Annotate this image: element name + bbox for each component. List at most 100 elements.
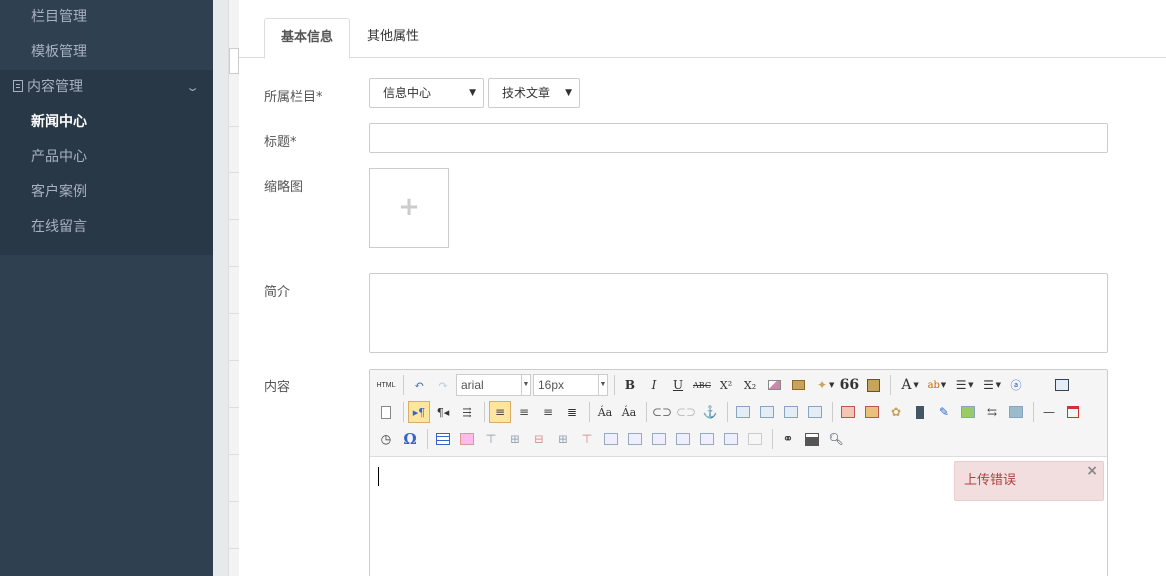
anchor-icon[interactable]: ⚓ — [699, 401, 721, 423]
anchor-link-icon[interactable]: ⓐ — [1005, 374, 1027, 396]
font-family-value: arial — [461, 378, 484, 392]
toolbar-separator — [646, 402, 647, 422]
preview-icon[interactable]: 🔍︎ — [825, 428, 847, 450]
italic-button[interactable]: I — [643, 374, 665, 396]
caret-down-icon: ▼ — [829, 381, 835, 389]
category-select-primary-value: 信息中心 — [383, 86, 432, 100]
print-icon[interactable] — [801, 428, 823, 450]
search-replace-icon[interactable]: ⚭ — [777, 428, 799, 450]
sidebar-item-template-management[interactable]: 模板管理 — [0, 35, 213, 70]
split-cols-icon[interactable] — [720, 428, 742, 450]
align-center-icon[interactable]: ≡ — [513, 401, 535, 423]
caret-down-icon: ▼ — [565, 88, 572, 98]
close-icon[interactable]: × — [1086, 452, 1098, 490]
bold-button[interactable]: B — [619, 374, 641, 396]
align-right-icon[interactable]: ≡ — [537, 401, 559, 423]
toolbar-separator — [1033, 402, 1034, 422]
tab-other-attributes[interactable]: 其他属性 — [351, 18, 435, 59]
sidebar-item-news-center[interactable]: 新闻中心 — [0, 105, 213, 140]
insert-col-icon[interactable]: ⊞ — [552, 428, 574, 450]
paste-plain-icon[interactable] — [862, 374, 884, 396]
image-none-icon[interactable] — [732, 401, 754, 423]
image-right-icon[interactable] — [780, 401, 802, 423]
thumbnail-upload[interactable]: + — [369, 168, 449, 248]
split-rows-icon[interactable] — [696, 428, 718, 450]
font-size-select[interactable]: 16px ▼ — [533, 374, 608, 396]
tab-bar: 基本信息 其他属性 — [239, 0, 1166, 59]
gutter-line — [229, 172, 239, 173]
summary-textarea[interactable] — [369, 273, 1108, 353]
delete-table-icon[interactable] — [456, 428, 478, 450]
attachment-icon[interactable]: ✎ — [933, 401, 955, 423]
time-icon[interactable]: ◷ — [375, 428, 397, 450]
date-icon[interactable] — [1062, 401, 1084, 423]
document-icon — [13, 80, 23, 92]
insert-row-icon[interactable]: ⊞ — [504, 428, 526, 450]
font-family-select[interactable]: arial ▼ — [456, 374, 531, 396]
special-chars-button[interactable]: Ω — [399, 428, 421, 450]
uppercase-icon[interactable]: Áa — [594, 401, 616, 423]
insert-video-icon[interactable] — [909, 401, 931, 423]
category-select-secondary[interactable]: 技术文章 ▼ — [488, 78, 580, 108]
link-icon[interactable]: ⊂⊃ — [651, 401, 673, 423]
blockquote-button[interactable]: 66 — [838, 374, 860, 396]
gutter-line — [229, 407, 239, 408]
simple-upload-icon[interactable] — [837, 401, 859, 423]
insert-frame-icon[interactable]: ⇆ — [981, 401, 1003, 423]
emotion-icon[interactable]: ✿ — [885, 401, 907, 423]
superscript-button[interactable]: X² — [715, 374, 737, 396]
redo-icon[interactable]: ↷ — [432, 374, 454, 396]
ltr-direction-icon[interactable]: ▸¶ — [408, 401, 430, 423]
gutter-line — [229, 360, 239, 361]
fullscreen-icon[interactable] — [1051, 374, 1073, 396]
horizontal-rule-icon[interactable]: — — [1038, 401, 1060, 423]
template-icon[interactable] — [1005, 401, 1027, 423]
merge-right-icon[interactable] — [624, 428, 646, 450]
rtl-direction-icon[interactable]: ¶◂ — [432, 401, 454, 423]
align-left-icon[interactable]: ≡ — [489, 401, 511, 423]
merge-down-icon[interactable] — [648, 428, 670, 450]
delete-col-icon[interactable]: ⊤ — [576, 428, 598, 450]
lowercase-icon[interactable]: Áa — [618, 401, 640, 423]
sidebar-item-online-message[interactable]: 在线留言 — [0, 210, 213, 245]
split-cells-icon[interactable] — [672, 428, 694, 450]
caret-down-icon: ▼ — [968, 381, 974, 389]
sidebar-item-customer-cases[interactable]: 客户案例 — [0, 175, 213, 210]
format-brush-icon[interactable] — [787, 374, 809, 396]
new-document-icon[interactable] — [375, 401, 397, 423]
toolbar-separator — [772, 429, 773, 449]
toolbar-separator — [403, 402, 404, 422]
gutter-box — [229, 48, 239, 74]
undo-icon[interactable]: ↶ — [408, 374, 430, 396]
toolbar-separator — [614, 375, 615, 395]
insert-table-icon[interactable] — [432, 428, 454, 450]
sidebar-group-content-management[interactable]: 内容管理 ⌄ — [0, 70, 213, 105]
indent-icon[interactable]: ⇶ — [456, 401, 478, 423]
caret-down-icon: ▼ — [995, 381, 1001, 389]
merge-cells-icon[interactable] — [600, 428, 622, 450]
content-label: 内容 — [264, 380, 291, 395]
insert-paragraph-before-table-icon[interactable]: ⊤ — [480, 428, 502, 450]
sidebar-item-column-management[interactable]: 栏目管理 — [0, 0, 213, 35]
title-label: 标题* — [264, 135, 297, 150]
sidebar-item-product-center[interactable]: 产品中心 — [0, 140, 213, 175]
subscript-button[interactable]: X₂ — [739, 374, 761, 396]
image-center-icon[interactable] — [804, 401, 826, 423]
html-source-button[interactable]: HTML — [375, 374, 397, 396]
strikethrough-button[interactable]: ABC — [691, 374, 713, 396]
gutter-line — [229, 313, 239, 314]
title-input[interactable] — [369, 123, 1108, 153]
chart-icon[interactable] — [744, 428, 766, 450]
unlink-icon[interactable]: ⊂⊃ — [675, 401, 697, 423]
map-icon[interactable] — [957, 401, 979, 423]
insert-image-icon[interactable] — [861, 401, 883, 423]
eraser-icon[interactable] — [763, 374, 785, 396]
delete-row-icon[interactable]: ⊟ — [528, 428, 550, 450]
align-justify-icon[interactable]: ≣ — [561, 401, 583, 423]
underline-button[interactable]: U — [667, 374, 689, 396]
category-select-primary[interactable]: 信息中心 ▼ — [369, 78, 484, 108]
page-gutter — [213, 0, 239, 576]
tab-basic-info[interactable]: 基本信息 — [264, 18, 351, 59]
caret-down-icon: ▼ — [521, 375, 530, 395]
image-left-icon[interactable] — [756, 401, 778, 423]
